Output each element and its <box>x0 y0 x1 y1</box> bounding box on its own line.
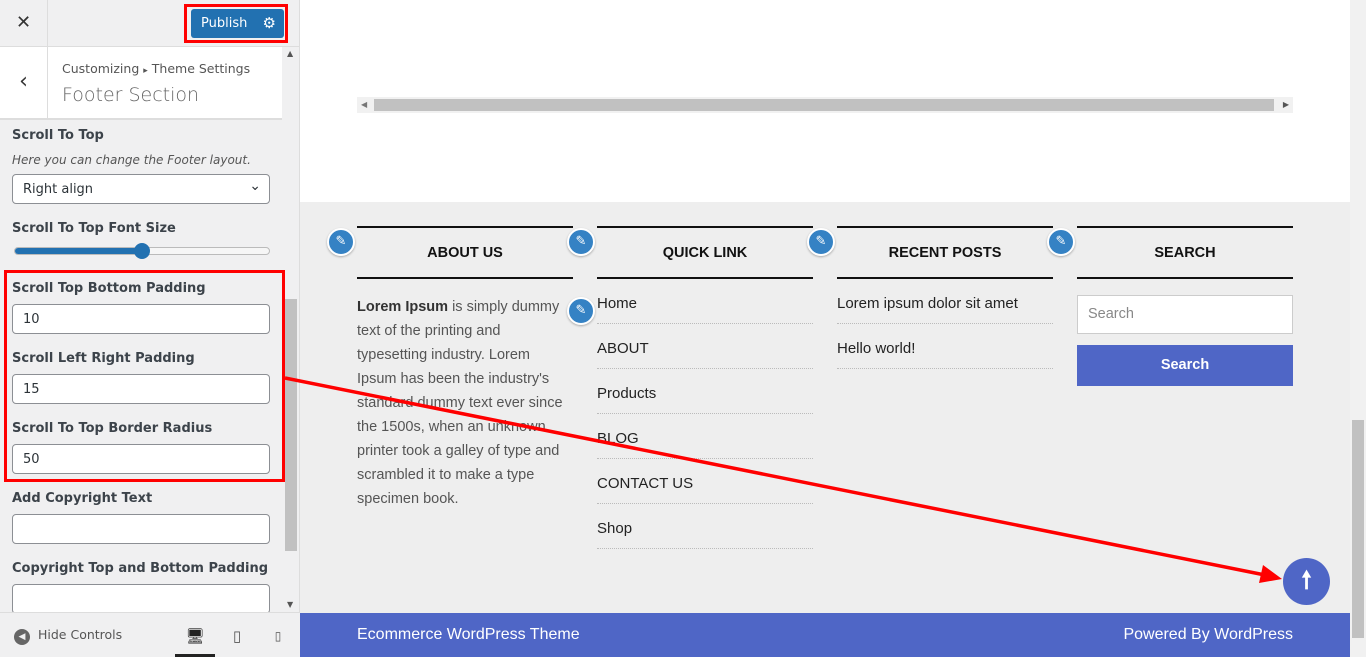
copyright-input[interactable] <box>12 514 270 544</box>
hide-controls-button[interactable]: ◀ Hide Controls <box>14 627 122 645</box>
bottom-padding-input[interactable]: 10 <box>12 304 270 334</box>
customizer-footer: ◀ Hide Controls 🖥 ▯ ▯ <box>0 612 300 657</box>
search-widget: SEARCH Search Search <box>1077 226 1293 386</box>
breadcrumb-separator: ▸ <box>143 66 148 76</box>
back-chevron-icon[interactable]: ‹ <box>0 47 48 118</box>
page-title: Footer Section <box>62 84 200 106</box>
horizontal-scroll-thumb[interactable] <box>374 99 1274 111</box>
quick-link-widget: QUICK LINK Home ABOUT Products BLOG CONT… <box>597 226 813 549</box>
powered-by-link[interactable]: Powered By WordPress <box>1123 613 1293 657</box>
scroll-left-icon[interactable]: ◀ <box>361 100 367 109</box>
lr-padding-input[interactable]: 15 <box>12 374 270 404</box>
copyright-padding-label: Copyright Top and Bottom Padding <box>12 561 269 576</box>
search-input[interactable]: Search <box>1077 295 1293 334</box>
chevron-down-icon: ⌄ <box>249 178 261 194</box>
select-value: Right align <box>23 182 94 197</box>
close-icon[interactable]: ✕ <box>0 0 48 46</box>
recent-post-item[interactable]: Lorem ipsum dolor sit amet <box>837 279 1053 324</box>
site-preview: ◀ ▶ ABOUT US Lorem Ipsum is simply dummy … <box>300 0 1350 657</box>
copyright-text: Ecommerce WordPress Theme <box>357 626 580 643</box>
quick-link-item[interactable]: CONTACT US <box>597 459 813 504</box>
about-bold: Lorem Ipsum <box>357 299 449 315</box>
lr-padding-label: Scroll Left Right Padding <box>12 351 195 366</box>
quick-link-item[interactable]: Shop <box>597 504 813 549</box>
breadcrumb-parent: Theme Settings <box>151 61 251 76</box>
border-radius-input[interactable]: 50 <box>12 444 270 474</box>
scroll-down-arrow-icon[interactable]: ▼ <box>287 600 293 609</box>
copyright-padding-input[interactable] <box>12 584 270 614</box>
section-header: ‹ Customizing ▸ Theme Settings Footer Se… <box>0 47 282 120</box>
scroll-up-arrow-icon[interactable]: ▲ <box>287 49 293 58</box>
tablet-preview-icon[interactable]: ▯ <box>217 623 257 657</box>
scroll-to-top-label: Scroll To Top <box>12 128 104 143</box>
recent-post-item[interactable]: Hello world! <box>837 324 1053 369</box>
edit-pencil-icon[interactable]: ✎ <box>567 297 595 325</box>
slider-fill <box>15 248 142 254</box>
preview-scrollbar[interactable] <box>1350 0 1366 657</box>
mobile-preview-icon[interactable]: ▯ <box>258 623 298 657</box>
scroll-to-top-select[interactable]: Right align ⌄ <box>12 174 270 204</box>
quick-link-item[interactable]: ABOUT <box>597 324 813 369</box>
collapse-icon: ◀ <box>14 629 30 645</box>
site-footer: ABOUT US Lorem Ipsum is simply dummy tex… <box>300 202 1350 613</box>
scroll-to-top-description: Here you can change the Footer layout. <box>12 153 251 167</box>
customizer-topbar: ✕ Publish ⚙ <box>0 0 300 47</box>
edit-pencil-icon[interactable]: ✎ <box>567 228 595 256</box>
edit-pencil-icon[interactable]: ✎ <box>327 228 355 256</box>
quick-link-title: QUICK LINK <box>597 226 813 279</box>
horizontal-scrollbar[interactable]: ◀ ▶ <box>357 97 1293 113</box>
about-body: is simply dummy text of the printing and… <box>357 299 563 507</box>
desktop-preview-icon[interactable]: 🖥 <box>175 623 215 657</box>
font-size-slider[interactable] <box>14 243 270 259</box>
edit-pencil-icon[interactable]: ✎ <box>807 228 835 256</box>
edit-pencil-icon[interactable]: ✎ <box>1047 228 1075 256</box>
gear-icon[interactable]: ⚙ <box>263 9 276 38</box>
arrow-up-icon: 🠕 <box>1301 566 1312 594</box>
recent-posts-title: RECENT POSTS <box>837 226 1053 279</box>
quick-link-item[interactable]: Products <box>597 369 813 414</box>
publish-label: Publish <box>201 16 248 31</box>
scroll-right-icon[interactable]: ▶ <box>1283 100 1289 109</box>
customizer-panel: ✕ Publish ⚙ ‹ Customizing ▸ Theme Setting… <box>0 0 300 657</box>
recent-posts-widget: RECENT POSTS Lorem ipsum dolor sit amet … <box>837 226 1053 369</box>
breadcrumb-root: Customizing <box>62 61 140 76</box>
about-text: Lorem Ipsum is simply dummy text of the … <box>357 295 573 511</box>
copyright-bar: Ecommerce WordPress Theme Powered By Wor… <box>300 613 1350 657</box>
preview-scroll-thumb[interactable] <box>1352 420 1364 638</box>
search-title: SEARCH <box>1077 226 1293 279</box>
quick-link-item[interactable]: Home <box>597 279 813 324</box>
border-radius-label: Scroll To Top Border Radius <box>12 421 213 436</box>
search-button[interactable]: Search <box>1077 345 1293 386</box>
about-title: ABOUT US <box>357 226 573 279</box>
quick-link-list: Home ABOUT Products BLOG CONTACT US Shop <box>597 279 813 549</box>
publish-button[interactable]: Publish ⚙ <box>191 9 284 38</box>
copyright-label: Add Copyright Text <box>12 491 153 506</box>
slider-thumb[interactable] <box>134 243 150 259</box>
scroll-to-top-button[interactable]: 🠕 <box>1283 558 1330 605</box>
font-size-label: Scroll To Top Font Size <box>12 221 176 236</box>
hide-controls-label: Hide Controls <box>38 627 123 642</box>
panel-scrollbar[interactable]: ▲ ▼ <box>284 47 298 611</box>
scrollbar-thumb[interactable] <box>285 299 297 551</box>
quick-link-item[interactable]: BLOG <box>597 414 813 459</box>
about-widget: ABOUT US Lorem Ipsum is simply dummy tex… <box>357 226 573 511</box>
breadcrumb: Customizing ▸ Theme Settings <box>62 61 250 76</box>
bottom-padding-label: Scroll Top Bottom Padding <box>12 281 206 296</box>
